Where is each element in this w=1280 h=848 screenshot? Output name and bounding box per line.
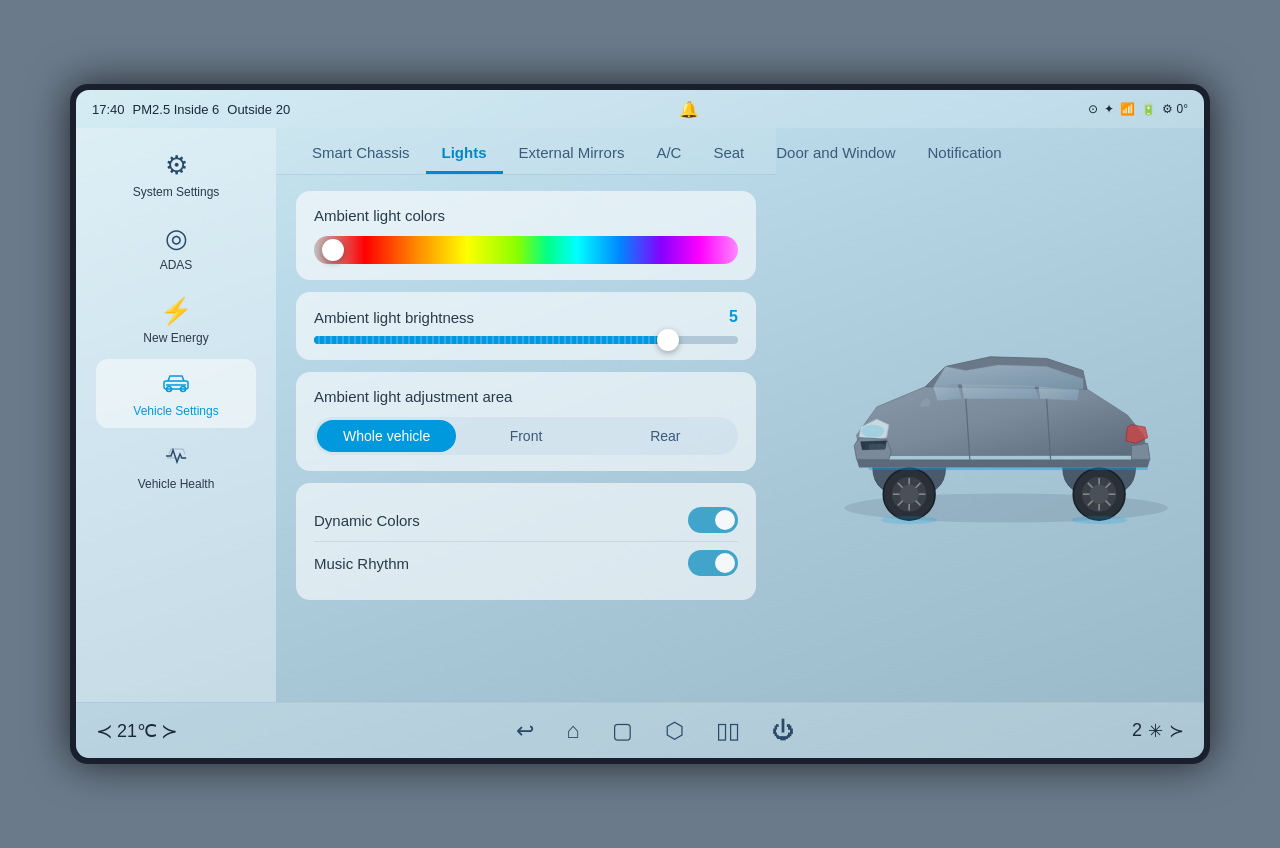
back-button[interactable]: ↩	[516, 718, 534, 744]
tab-ac[interactable]: A/C	[640, 136, 697, 174]
tabs-bar: Smart Chassis Lights External Mirrors A/…	[276, 128, 776, 175]
fan-icon-right: ✳	[1148, 720, 1163, 742]
home-button[interactable]: ⌂	[566, 718, 579, 744]
car-svg	[796, 148, 1184, 682]
health-icon	[163, 442, 189, 473]
svg-point-6	[861, 425, 884, 438]
settings-panel: Ambient light colors Ambient light brigh…	[276, 175, 776, 702]
dynamic-colors-label: Dynamic Colors	[314, 512, 420, 529]
pm25-display: PM2.5 Inside 6	[133, 102, 220, 117]
sidebar-item-system-settings[interactable]: ⚙ System Settings	[96, 140, 256, 209]
brightness-title: Ambient light brightness	[314, 309, 474, 326]
vehicle-icon	[162, 369, 190, 400]
sidebar-label-new-energy: New Energy	[143, 331, 208, 345]
screen: 17:40 PM2.5 Inside 6 Outside 20 🔔 ⊙ ✦ 📶 …	[76, 90, 1204, 758]
sidebar: ⚙ System Settings ◎ ADAS ⚡ New Energy	[76, 128, 276, 702]
status-left: 17:40 PM2.5 Inside 6 Outside 20	[92, 102, 290, 117]
bottom-bar: ≺ 21℃ ≻ ↩ ⌂ ▢ ⬡ ▯▯ ⏻ 2 ✳ ≻	[76, 702, 1204, 758]
area-btn-whole-vehicle[interactable]: Whole vehicle	[317, 420, 456, 452]
adjustment-area-card: Ambient light adjustment area Whole vehi…	[296, 372, 756, 471]
music-rhythm-toggle[interactable]	[688, 550, 738, 576]
content-area: Smart Chassis Lights External Mirrors A/…	[276, 128, 1204, 702]
brightness-header: Ambient light brightness 5	[314, 308, 738, 326]
svg-point-33	[1071, 516, 1128, 524]
airflow-icon: ≻	[1169, 720, 1184, 742]
svg-point-32	[881, 516, 938, 524]
split-button[interactable]: ▯▯	[716, 718, 740, 744]
tab-external-mirrors[interactable]: External Mirrors	[503, 136, 641, 174]
tab-seat[interactable]: Seat	[697, 136, 760, 174]
ambient-colors-title: Ambient light colors	[314, 207, 738, 224]
color-gradient-slider[interactable]	[314, 236, 738, 264]
area-button-group: Whole vehicle Front Rear	[314, 417, 738, 455]
brightness-slider[interactable]	[314, 336, 738, 344]
main-content: ⚙ System Settings ◎ ADAS ⚡ New Energy	[76, 128, 1204, 702]
tab-smart-chassis[interactable]: Smart Chassis	[296, 136, 426, 174]
sidebar-item-vehicle-health[interactable]: Vehicle Health	[96, 432, 256, 501]
dynamic-colors-knob	[715, 510, 735, 530]
svg-rect-34	[869, 444, 885, 450]
sidebar-label-vehicle-health: Vehicle Health	[138, 477, 215, 491]
temperature-display: ≺ 21℃ ≻	[96, 719, 178, 743]
outside-temp: Outside 20	[227, 102, 290, 117]
nav-buttons: ↩ ⌂ ▢ ⬡ ▯▯ ⏻	[516, 718, 793, 744]
color-slider-thumb[interactable]	[322, 239, 344, 261]
car-image	[796, 148, 1184, 682]
sidebar-item-vehicle-settings[interactable]: Vehicle Settings	[96, 359, 256, 428]
adjustment-area-title: Ambient light adjustment area	[314, 388, 738, 405]
temperature-value: 21℃	[117, 720, 157, 742]
energy-icon: ⚡	[160, 296, 192, 327]
music-rhythm-knob	[715, 553, 735, 573]
brightness-value: 5	[729, 308, 738, 326]
toggles-card: Dynamic Colors Music Rhythm	[296, 483, 756, 600]
fan-right-icon: ≻	[161, 719, 178, 743]
adas-icon: ◎	[165, 223, 188, 254]
sidebar-label-adas: ADAS	[160, 258, 193, 272]
music-rhythm-label: Music Rhythm	[314, 555, 409, 572]
sidebar-item-adas[interactable]: ◎ ADAS	[96, 213, 256, 282]
status-right: ⊙ ✦ 📶 🔋 ⚙ 0°	[1088, 102, 1188, 116]
dynamic-colors-toggle[interactable]	[688, 507, 738, 533]
brightness-slider-thumb[interactable]	[657, 329, 679, 351]
share-button[interactable]: ⬡	[665, 718, 684, 744]
fan-count: 2	[1132, 720, 1142, 741]
sidebar-label-vehicle-settings: Vehicle Settings	[133, 404, 218, 418]
tab-lights[interactable]: Lights	[426, 136, 503, 174]
right-controls: 2 ✳ ≻	[1132, 720, 1184, 742]
sidebar-label-system-settings: System Settings	[133, 185, 220, 199]
area-btn-rear[interactable]: Rear	[596, 420, 735, 452]
battery-icon: 🔋	[1141, 102, 1156, 116]
music-rhythm-row: Music Rhythm	[314, 541, 738, 584]
ambient-colors-card: Ambient light colors	[296, 191, 756, 280]
dynamic-colors-row: Dynamic Colors	[314, 499, 738, 541]
bluetooth-icon: ✦	[1104, 102, 1114, 116]
screen-bezel: 17:40 PM2.5 Inside 6 Outside 20 🔔 ⊙ ✦ 📶 …	[70, 84, 1210, 764]
time-display: 17:40	[92, 102, 125, 117]
notification-bell-icon: 🔔	[679, 100, 699, 119]
settings-icon: ⚙	[165, 150, 188, 181]
power-button[interactable]: ⏻	[772, 718, 794, 744]
settings-icon-small: ⚙ 0°	[1162, 102, 1188, 116]
left-panel: Smart Chassis Lights External Mirrors A/…	[276, 128, 776, 702]
location-icon: ⊙	[1088, 102, 1098, 116]
ambient-brightness-card: Ambient light brightness 5	[296, 292, 756, 360]
right-panel	[776, 128, 1204, 702]
signal-icon: 📶	[1120, 102, 1135, 116]
brightness-fill-bar	[314, 336, 662, 344]
sidebar-item-new-energy[interactable]: ⚡ New Energy	[96, 286, 256, 355]
area-btn-front[interactable]: Front	[456, 420, 595, 452]
recents-button[interactable]: ▢	[612, 718, 633, 744]
fan-icon: ≺	[96, 719, 113, 743]
status-bar: 17:40 PM2.5 Inside 6 Outside 20 🔔 ⊙ ✦ 📶 …	[76, 90, 1204, 128]
